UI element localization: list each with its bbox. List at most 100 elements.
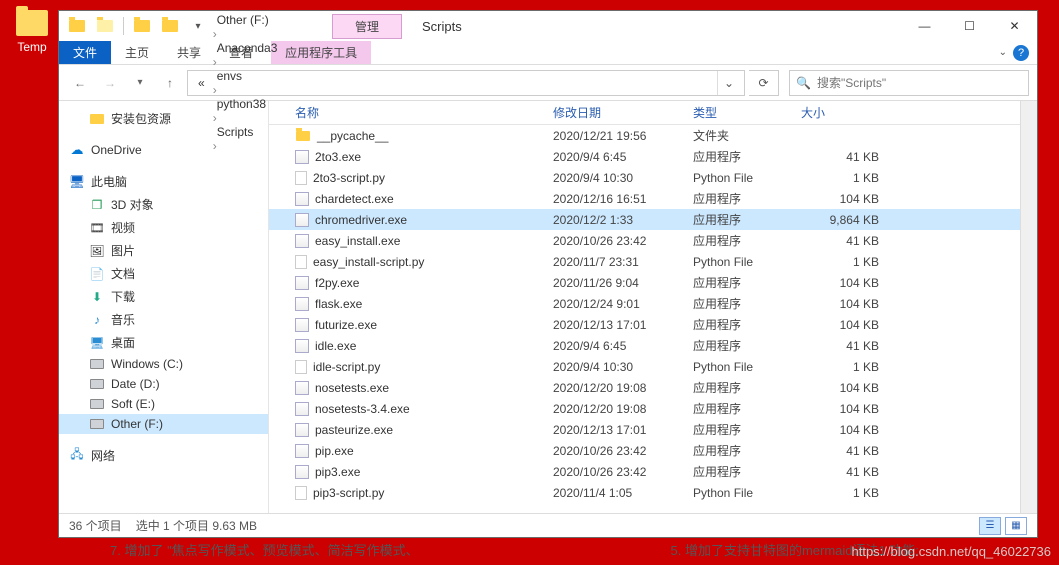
sidebar-item-3dobjects[interactable]: ❒3D 对象 (59, 193, 268, 216)
file-date: 2020/9/4 10:30 (553, 171, 693, 185)
qat-dropdown-icon[interactable]: ▾ (186, 14, 210, 38)
file-date: 2020/9/4 6:45 (553, 339, 693, 353)
file-row[interactable]: 2to3.exe2020/9/4 6:45应用程序41 KB (269, 146, 1020, 167)
drive-icon (89, 377, 105, 391)
file-type: 应用程序 (693, 421, 801, 438)
file-size: 41 KB (801, 444, 891, 458)
help-icon[interactable]: ? (1013, 45, 1029, 61)
file-row[interactable]: 2to3-script.py2020/9/4 10:30Python File1… (269, 167, 1020, 188)
sidebar-item-fdrive[interactable]: Other (F:) (59, 414, 268, 434)
sidebar-item-edrive[interactable]: Soft (E:) (59, 394, 268, 414)
file-row[interactable]: easy_install.exe2020/10/26 23:42应用程序41 K… (269, 230, 1020, 251)
drive-icon (89, 417, 105, 431)
file-row[interactable]: nosetests.exe2020/12/20 19:08应用程序104 KB (269, 377, 1020, 398)
py-icon (295, 360, 307, 374)
breadcrumb[interactable]: « Other (F:)›Anaconda3›envs›python38›Scr… (187, 70, 745, 96)
drive-icon (89, 357, 105, 371)
column-headers[interactable]: 名称 修改日期 类型 大小 (269, 101, 1020, 125)
file-row[interactable]: idle-script.py2020/9/4 10:30Python File1… (269, 356, 1020, 377)
file-size: 41 KB (801, 234, 891, 248)
view-details-button[interactable]: ☰ (979, 517, 1001, 535)
file-row[interactable]: chardetect.exe2020/12/16 16:51应用程序104 KB (269, 188, 1020, 209)
explorer-window: ▾ 管理 Scripts — ☐ ✕ 文件 主页 共享 查看 应用程序工具 ⌄ … (58, 10, 1038, 538)
search-input[interactable] (817, 76, 1022, 90)
file-type: 应用程序 (693, 400, 801, 417)
file-row[interactable]: easy_install-script.py2020/11/7 23:31Pyt… (269, 251, 1020, 272)
file-type: 应用程序 (693, 148, 801, 165)
exe-icon (295, 297, 309, 311)
breadcrumb-item[interactable]: Anaconda3 (211, 41, 284, 55)
search-box[interactable]: 🔍 (789, 70, 1029, 96)
desktop-icon-temp[interactable]: Temp (12, 10, 52, 54)
col-header-date[interactable]: 修改日期 (553, 104, 693, 121)
sidebar-item-onedrive[interactable]: ☁OneDrive (59, 140, 268, 160)
file-size: 1 KB (801, 255, 891, 269)
maximize-button[interactable]: ☐ (947, 11, 992, 41)
contextual-tab-manage[interactable]: 管理 (332, 14, 402, 39)
sidebar-item-ddrive[interactable]: Date (D:) (59, 374, 268, 394)
properties-icon[interactable] (130, 14, 154, 38)
sidebar-item-network[interactable]: 🖧网络 (59, 444, 268, 467)
file-row[interactable]: chromedriver.exe2020/12/2 1:33应用程序9,864 … (269, 209, 1020, 230)
history-dropdown[interactable]: ▾ (127, 70, 153, 96)
exe-icon (295, 318, 309, 332)
sidebar-item-pictures[interactable]: 🖼图片 (59, 239, 268, 262)
sidebar-item-pkg[interactable]: 安装包资源 (59, 107, 268, 130)
file-row[interactable]: f2py.exe2020/11/26 9:04应用程序104 KB (269, 272, 1020, 293)
ribbon-tab-file[interactable]: 文件 (59, 41, 111, 64)
sidebar-item-desktop[interactable]: 🖥桌面 (59, 331, 268, 354)
ribbon: 文件 主页 共享 查看 应用程序工具 ⌄ ? (59, 41, 1037, 65)
chevron-right-icon[interactable]: › (211, 83, 219, 97)
file-date: 2020/12/13 17:01 (553, 318, 693, 332)
sidebar[interactable]: 安装包资源 ☁OneDrive 🖥此电脑 ❒3D 对象 🎞视频 🖼图片 📄文档 … (59, 101, 269, 513)
file-name: idle-script.py (313, 360, 380, 374)
ribbon-tab-home[interactable]: 主页 (111, 41, 163, 64)
file-row[interactable]: flask.exe2020/12/24 9:01应用程序104 KB (269, 293, 1020, 314)
file-type: 应用程序 (693, 337, 801, 354)
file-row[interactable]: pip3-script.py2020/11/4 1:05Python File1… (269, 482, 1020, 503)
up-button[interactable]: ↑ (157, 70, 183, 96)
file-list[interactable]: __pycache__2020/12/21 19:56文件夹2to3.exe20… (269, 125, 1020, 513)
pin-folder-icon[interactable] (93, 14, 117, 38)
col-header-type[interactable]: 类型 (693, 104, 801, 121)
sidebar-item-downloads[interactable]: ⬇下载 (59, 285, 268, 308)
file-row[interactable]: pasteurize.exe2020/12/13 17:01应用程序104 KB (269, 419, 1020, 440)
sidebar-item-documents[interactable]: 📄文档 (59, 262, 268, 285)
view-large-button[interactable]: ▦ (1005, 517, 1027, 535)
file-row[interactable]: nosetests-3.4.exe2020/12/20 19:08应用程序104… (269, 398, 1020, 419)
breadcrumb-item[interactable]: Other (F:) (211, 13, 284, 27)
refresh-button[interactable]: ⟳ (749, 70, 779, 96)
file-row[interactable]: pip.exe2020/10/26 23:42应用程序41 KB (269, 440, 1020, 461)
file-row[interactable]: pip3.exe2020/10/26 23:42应用程序41 KB (269, 461, 1020, 482)
ribbon-collapse-icon[interactable]: ⌄ (999, 47, 1007, 58)
computer-icon: 🖥 (69, 175, 85, 189)
file-type: 应用程序 (693, 463, 801, 480)
ribbon-tab-apptools[interactable]: 应用程序工具 (271, 41, 371, 64)
ribbon-tab-share[interactable]: 共享 (163, 41, 215, 64)
forward-button[interactable]: → (97, 70, 123, 96)
chevron-right-icon[interactable]: › (211, 55, 219, 69)
col-header-size[interactable]: 大小 (801, 104, 891, 121)
exe-icon (295, 150, 309, 164)
close-button[interactable]: ✕ (992, 11, 1037, 41)
desktop-icon: 🖥 (89, 336, 105, 350)
back-button[interactable]: ← (67, 70, 93, 96)
file-row[interactable]: futurize.exe2020/12/13 17:01应用程序104 KB (269, 314, 1020, 335)
breadcrumb-dropdown-icon[interactable]: ⌄ (717, 71, 740, 95)
sidebar-item-videos[interactable]: 🎞视频 (59, 216, 268, 239)
breadcrumb-root-icon[interactable]: « (192, 71, 211, 95)
file-row[interactable]: idle.exe2020/9/4 6:45应用程序41 KB (269, 335, 1020, 356)
col-header-name[interactable]: 名称 (275, 104, 553, 121)
file-row[interactable]: __pycache__2020/12/21 19:56文件夹 (269, 125, 1020, 146)
folder-icon[interactable] (65, 14, 89, 38)
minimize-button[interactable]: — (902, 11, 947, 41)
chevron-right-icon[interactable]: › (211, 27, 219, 41)
folder-icon (295, 128, 311, 144)
sidebar-item-music[interactable]: ♪音乐 (59, 308, 268, 331)
sidebar-item-cdrive[interactable]: Windows (C:) (59, 354, 268, 374)
sidebar-item-thispc[interactable]: 🖥此电脑 (59, 170, 268, 193)
file-size: 104 KB (801, 423, 891, 437)
new-folder-icon[interactable] (158, 14, 182, 38)
scrollbar[interactable] (1020, 101, 1037, 513)
breadcrumb-item[interactable]: envs (211, 69, 284, 83)
